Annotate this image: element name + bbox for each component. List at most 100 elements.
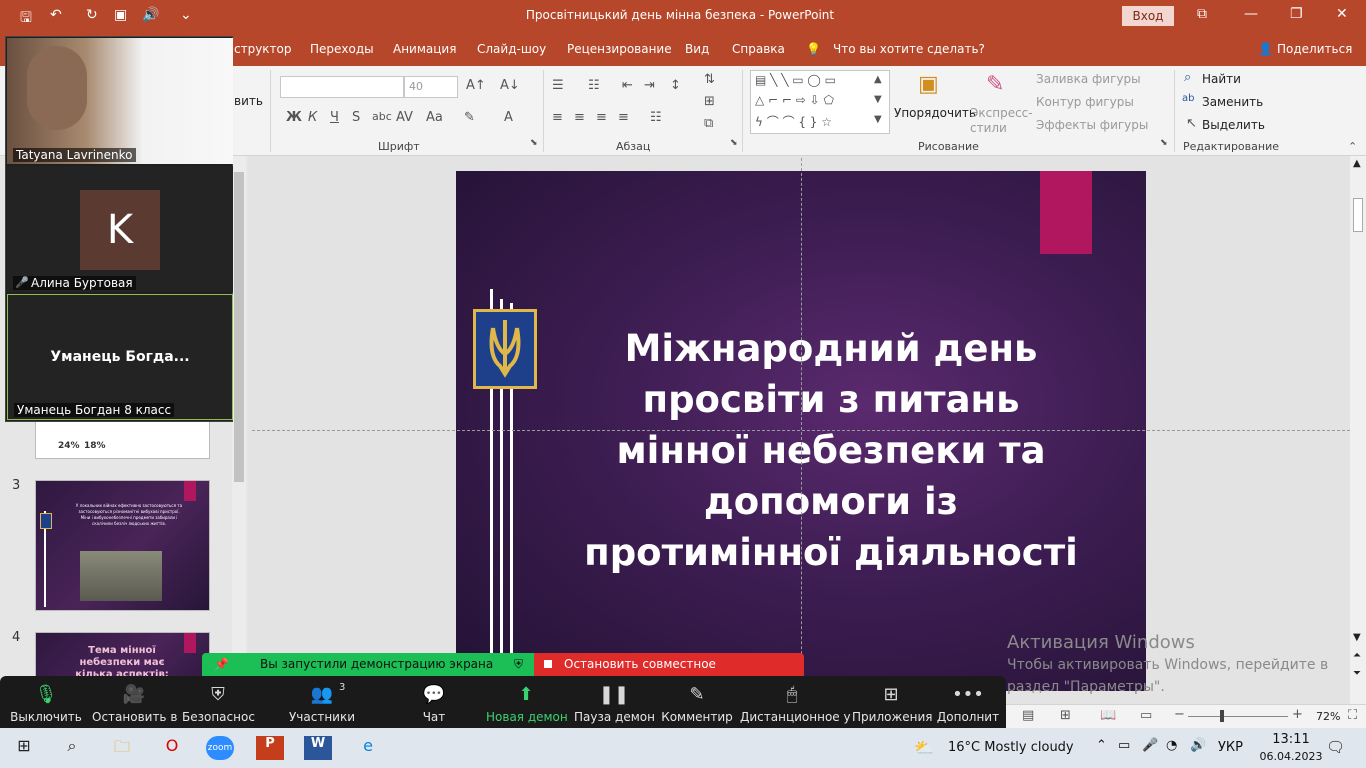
gallery-up-icon[interactable]: ▲ bbox=[874, 74, 882, 85]
thumbnail-slide-3[interactable]: У локальних війнах ефективно застосовуют… bbox=[35, 480, 210, 611]
scroll-down-icon[interactable]: ▼ bbox=[1353, 632, 1361, 643]
participants-button[interactable]: 👥 Участники bbox=[288, 684, 356, 724]
quick-styles-button[interactable]: Экспресс-стили bbox=[970, 106, 1033, 136]
video-tile-active-speaker[interactable]: Уманець Богда... Уманець Богдан 8 класс bbox=[7, 294, 233, 420]
thumbnail-slide-2[interactable]: 24% 18% bbox=[35, 416, 210, 459]
annotate-button[interactable]: ✎ Комментир bbox=[660, 684, 734, 724]
gallery-down-icon[interactable]: ▼ bbox=[874, 94, 882, 105]
mute-button[interactable]: 🎙 Выключить bbox=[10, 684, 82, 724]
scroll-thumb[interactable] bbox=[1353, 198, 1363, 232]
gallery-more-icon[interactable]: ▼ bbox=[874, 114, 882, 125]
zoom-level[interactable]: 72% bbox=[1316, 710, 1340, 723]
security-button[interactable]: ⛨ Безопаснос bbox=[182, 684, 255, 724]
paragraph-dialog-icon[interactable]: ⬊ bbox=[730, 138, 738, 148]
shapes-gallery[interactable]: ▤ ╲ ╲ ▭ ◯ ▭ △ ⌐ ⌐ ⇨ ⇩ ⬠ ϟ ⌒ ⌒ { } ☆ bbox=[750, 70, 890, 134]
start-slideshow-icon[interactable]: ▣ bbox=[114, 7, 127, 23]
font-grow-icon[interactable]: A↑ bbox=[466, 78, 486, 93]
clock-date[interactable]: 06.04.2023 bbox=[1254, 750, 1328, 763]
start-icon[interactable]: ⊞ bbox=[10, 736, 38, 760]
next-slide-icon[interactable]: ⏷ bbox=[1353, 668, 1361, 679]
tell-me-search[interactable]: Что вы хотите сделать? bbox=[833, 42, 985, 56]
align-left-icon[interactable]: ≡ bbox=[552, 110, 563, 125]
drawing-dialog-icon[interactable]: ⬊ bbox=[1160, 138, 1168, 148]
scroll-thumb[interactable] bbox=[234, 172, 244, 482]
fit-to-window-icon[interactable]: ⛶ bbox=[1348, 708, 1357, 723]
stop-share-button[interactable]: Остановить совместное использование bbox=[534, 653, 804, 694]
edge-icon[interactable]: e bbox=[354, 736, 382, 760]
share-icon[interactable]: 👤 bbox=[1258, 42, 1273, 56]
undo-icon[interactable]: ↶ bbox=[50, 7, 62, 23]
numbering-icon[interactable]: ☷ bbox=[588, 78, 600, 93]
slide-sorter-icon[interactable]: ⊞ bbox=[1060, 708, 1071, 723]
pause-share-button[interactable]: ❚❚ Пауза демон bbox=[574, 684, 655, 724]
find-button[interactable]: Найти bbox=[1202, 72, 1241, 86]
slide-title[interactable]: Міжнародний день просвіти з питань мінно… bbox=[576, 323, 1086, 578]
volume-icon[interactable]: 🔊 bbox=[1190, 738, 1206, 753]
scroll-up-icon[interactable]: ▲ bbox=[1353, 158, 1361, 169]
clock-time[interactable]: 13:11 bbox=[1266, 732, 1316, 747]
zoom-out-icon[interactable]: − bbox=[1174, 707, 1185, 722]
maximize-icon[interactable]: ❐ bbox=[1290, 6, 1303, 22]
paste-label-fragment[interactable]: вить bbox=[234, 94, 263, 108]
new-share-button[interactable]: ⬆ Новая демон bbox=[486, 684, 568, 724]
customize-toolbar-icon[interactable]: ⌄ bbox=[180, 7, 192, 23]
normal-view-icon[interactable]: ▤ bbox=[1022, 708, 1034, 723]
video-tile[interactable]: K Алина Буртовая 🎤 bbox=[7, 166, 233, 292]
ribbon-display-icon[interactable]: ⧉ bbox=[1197, 6, 1207, 22]
tab-help[interactable]: Справка bbox=[732, 42, 785, 56]
collapse-ribbon-icon[interactable]: ⌃ bbox=[1348, 140, 1357, 153]
apps-button[interactable]: ⊞ Приложения bbox=[852, 684, 933, 724]
editor-scrollbar[interactable]: ▲ ▼ ⏶ ⏷ bbox=[1350, 156, 1366, 704]
shape-curve-icon[interactable]: ϟ ⌒ ⌒ { } ☆ bbox=[755, 113, 832, 130]
share-button[interactable]: Поделиться bbox=[1277, 42, 1352, 56]
tab-slideshow[interactable]: Слайд-шоу bbox=[477, 42, 546, 56]
shape-effects-button[interactable]: Эффекты фигуры bbox=[1036, 118, 1148, 132]
replace-button[interactable]: Заменить bbox=[1202, 95, 1263, 109]
font-color-icon[interactable]: A bbox=[504, 110, 513, 125]
shape-triangle-icon[interactable]: △ ⌐ ⌐ ⇨ ⇩ ⬠ bbox=[755, 93, 834, 107]
more-button[interactable]: ••• Дополнит bbox=[936, 684, 1000, 724]
increase-indent-icon[interactable]: ⇥ bbox=[644, 78, 655, 93]
close-icon[interactable]: ✕ bbox=[1336, 6, 1348, 22]
battery-icon[interactable]: ▭ bbox=[1118, 738, 1130, 753]
shape-textbox-icon[interactable]: ▤ ╲ ╲ ▭ ◯ ▭ bbox=[755, 73, 836, 87]
zoom-app-icon[interactable]: zoom bbox=[206, 736, 234, 760]
chat-button[interactable]: 💬 Чат bbox=[412, 684, 456, 724]
arrange-button[interactable]: Упорядочить bbox=[894, 106, 976, 120]
search-icon[interactable]: ⌕ bbox=[58, 736, 86, 760]
vertical-guide[interactable] bbox=[801, 158, 802, 704]
redo-icon[interactable]: ↻ bbox=[86, 7, 98, 23]
thumbnails-scrollbar[interactable] bbox=[232, 156, 246, 704]
shape-outline-button[interactable]: Контур фигуры bbox=[1036, 95, 1134, 109]
minimize-icon[interactable]: — bbox=[1244, 6, 1258, 22]
tab-design[interactable]: структор bbox=[234, 42, 292, 56]
zoom-slider-thumb[interactable] bbox=[1220, 710, 1224, 722]
reading-view-icon[interactable]: 📖 bbox=[1100, 708, 1116, 723]
file-explorer-icon[interactable]: 🗀 bbox=[108, 736, 136, 760]
microphone-tray-icon[interactable]: 🎤 bbox=[1142, 738, 1158, 753]
zoom-video-panel[interactable]: Tatyana Lavrinenko K Алина Буртовая 🎤 Ум… bbox=[5, 36, 233, 422]
align-text-icon[interactable]: ⊞ bbox=[704, 94, 715, 109]
align-right-icon[interactable]: ≡ bbox=[596, 110, 607, 125]
shadow-icon[interactable]: S bbox=[352, 110, 360, 125]
remote-control-button[interactable]: 🖱 Дистанционное у bbox=[740, 684, 851, 724]
italic-icon[interactable]: К bbox=[308, 110, 317, 125]
align-center-icon[interactable]: ≡ bbox=[574, 110, 585, 125]
slideshow-view-icon[interactable]: ▭ bbox=[1140, 708, 1152, 723]
opera-icon[interactable]: O bbox=[158, 736, 186, 760]
input-language[interactable]: УКР bbox=[1218, 740, 1243, 755]
strikethrough-icon[interactable]: abc bbox=[372, 110, 392, 123]
speaker-icon[interactable]: 🔊 bbox=[142, 7, 159, 23]
video-tile[interactable]: Tatyana Lavrinenko bbox=[7, 38, 233, 164]
line-spacing-icon[interactable]: ↕ bbox=[670, 78, 681, 93]
powerpoint-icon[interactable]: P bbox=[256, 736, 284, 760]
zoom-in-icon[interactable]: + bbox=[1292, 707, 1303, 722]
wifi-icon[interactable]: ◔ bbox=[1166, 738, 1177, 753]
weather-text[interactable]: 16°C Mostly cloudy bbox=[948, 740, 1074, 755]
shape-fill-button[interactable]: Заливка фигуры bbox=[1036, 72, 1141, 86]
char-spacing-icon[interactable]: AV bbox=[396, 110, 413, 125]
font-family-combo[interactable] bbox=[280, 76, 404, 98]
stop-video-button[interactable]: 🎥 Остановить в bbox=[92, 684, 177, 724]
highlight-icon[interactable]: ✎ bbox=[464, 110, 475, 125]
font-size-combo[interactable]: 40 bbox=[404, 76, 458, 98]
